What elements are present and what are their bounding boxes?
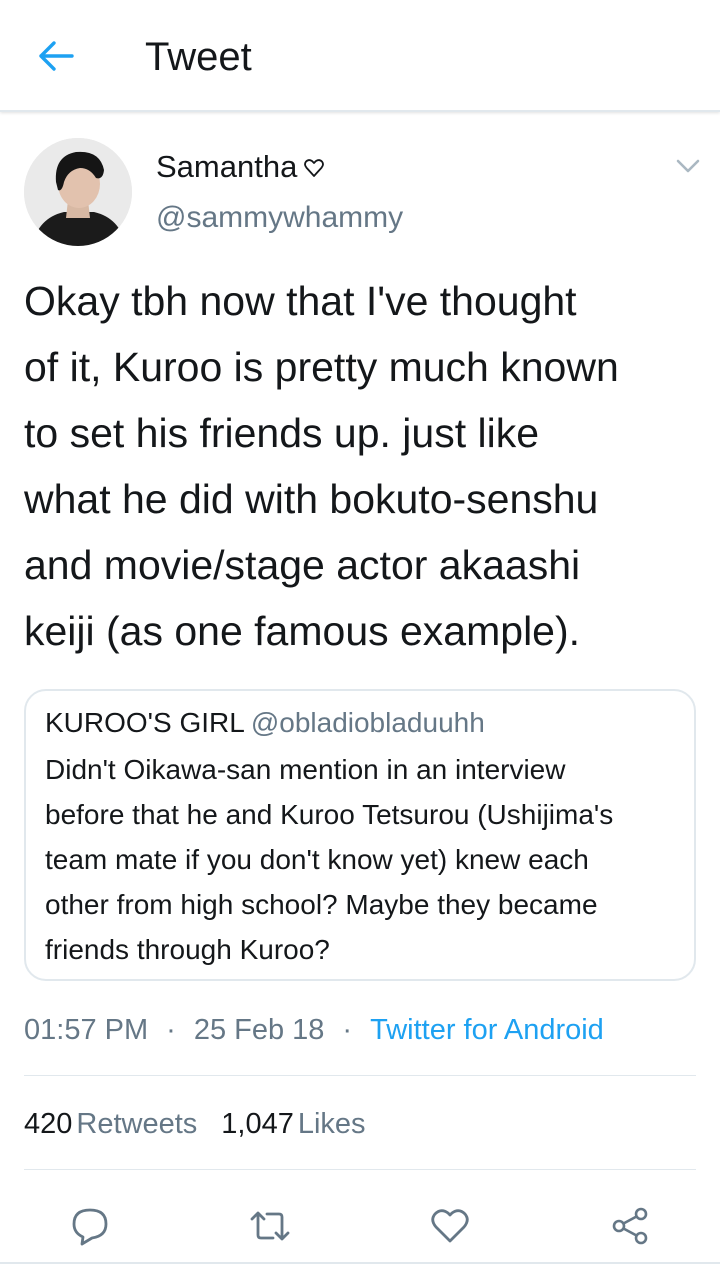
retweet-icon <box>250 1211 290 1241</box>
back-button[interactable] <box>26 32 86 80</box>
author-name[interactable]: Samantha <box>156 148 325 188</box>
share-button[interactable] <box>600 1196 660 1256</box>
tweet-meta: 01:57 PM · 25 Feb 18 · Twitter for Android <box>24 1010 604 1050</box>
likes-count: 1,047 <box>221 1108 294 1140</box>
retweets-stat[interactable]: 420 Retweets <box>24 1108 197 1140</box>
quoted-author-name: KUROO'S GIRL <box>45 707 245 738</box>
app-bar: Tweet <box>0 0 720 112</box>
retweets-count: 420 <box>24 1108 73 1140</box>
divider <box>24 1075 696 1076</box>
reply-icon <box>72 1208 108 1246</box>
heart-icon <box>431 1209 469 1243</box>
author-handle[interactable]: @sammywhammy <box>156 200 403 236</box>
avatar-photo <box>24 138 132 246</box>
author-name-text: Samantha <box>156 149 298 184</box>
reply-button[interactable] <box>60 1196 120 1256</box>
likes-label: Likes <box>297 1108 366 1140</box>
quoted-tweet-text: Didn't Oikawa-san mention in an intervie… <box>45 754 614 965</box>
tweet-stats: 420 Retweets 1,047 Likes <box>24 1104 366 1144</box>
like-button[interactable] <box>420 1196 480 1256</box>
bottom-divider <box>0 1262 720 1264</box>
heart-outline-icon <box>303 150 325 188</box>
chevron-down-icon <box>676 159 700 173</box>
page-title: Tweet <box>145 35 252 79</box>
tweet-source-link[interactable]: Twitter for Android <box>370 1014 604 1046</box>
avatar[interactable] <box>24 138 132 246</box>
quoted-tweet[interactable]: KUROO'S GIRL @obladiobladuuhh Didn't Oika… <box>24 689 696 981</box>
tweet-text: Okay tbh now that I've thought of it, Ku… <box>24 278 619 654</box>
retweets-label: Retweets <box>76 1108 198 1140</box>
tweet-date: 25 Feb 18 <box>193 1014 325 1046</box>
meta-separator: · <box>166 1014 176 1046</box>
share-icon <box>612 1207 648 1245</box>
arrow-left-icon <box>39 41 74 71</box>
retweet-button[interactable] <box>240 1196 300 1256</box>
action-bar <box>0 1190 720 1270</box>
tweet-time: 01:57 PM <box>24 1014 149 1046</box>
divider <box>24 1169 696 1170</box>
quoted-author-handle: @obladiobladuuhh <box>250 707 485 738</box>
meta-separator: · <box>342 1014 353 1046</box>
more-options-button[interactable] <box>668 150 708 182</box>
likes-stat[interactable]: 1,047 Likes <box>221 1108 365 1140</box>
quoted-tweet-header: KUROO'S GIRL @obladiobladuuhh <box>45 705 485 741</box>
